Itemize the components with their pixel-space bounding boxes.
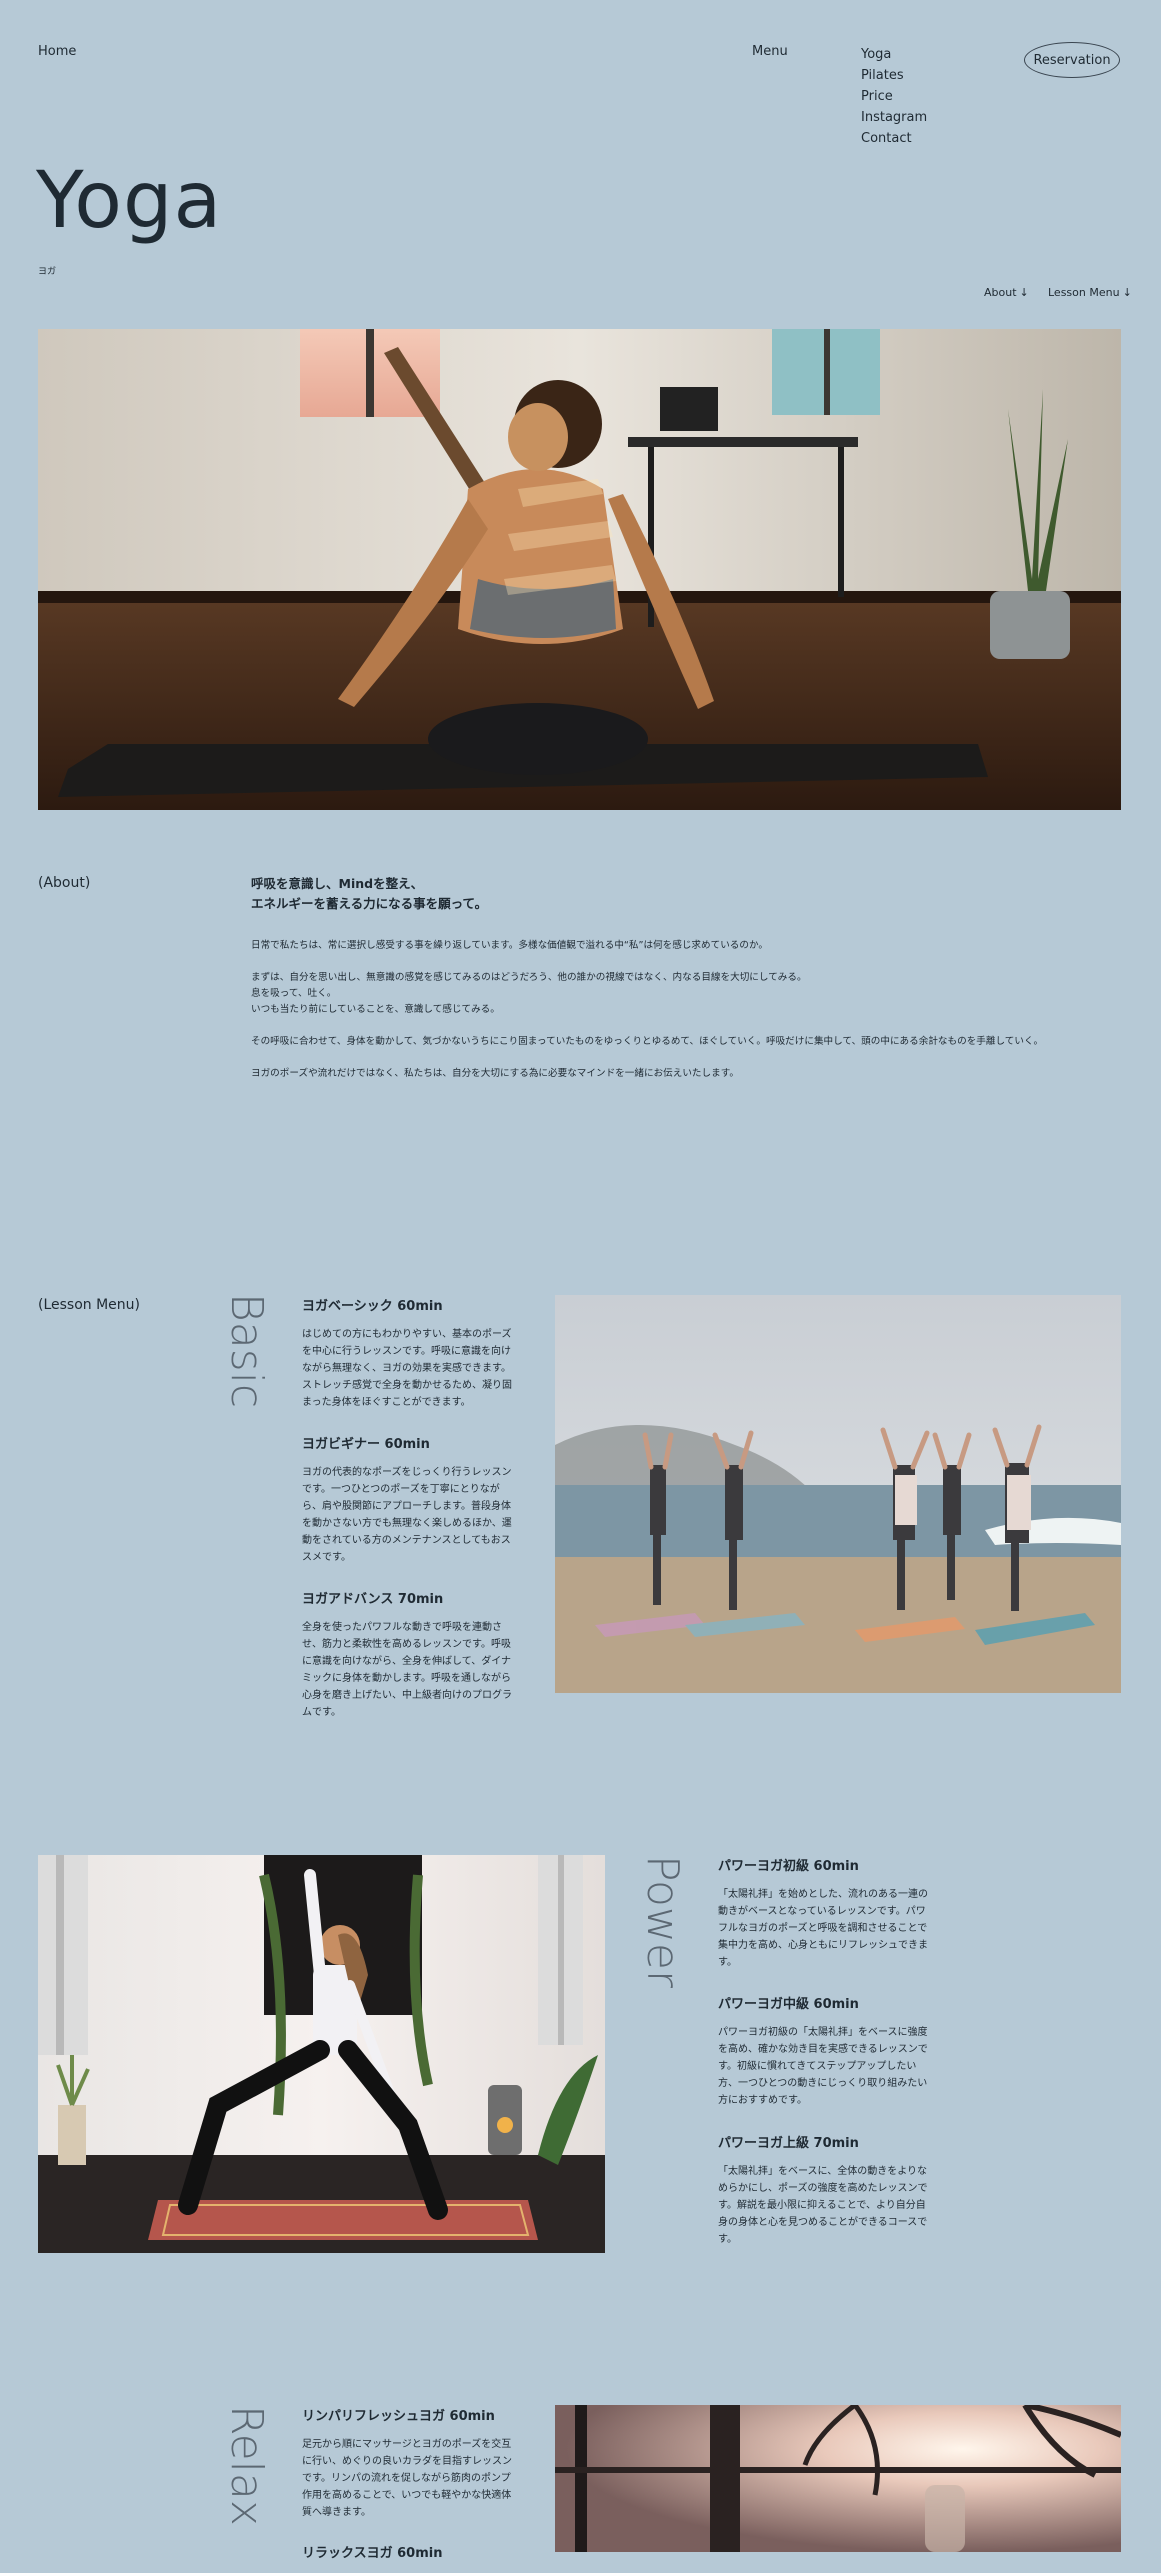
course-card: パワーヨガ中級 60min パワーヨガ初級の「太陽礼拝」をベースに強度を高め、確… <box>718 1993 933 2109</box>
course-description: パワーヨガ初級の「太陽礼拝」をベースに強度を高め、確かな効き目を実感できるレッス… <box>718 2027 928 2106</box>
lesson-menu-anchor-link[interactable]: Lesson Menu ↓ <box>1048 286 1132 299</box>
page-subtitle: ヨガ <box>38 267 57 277</box>
nav-item-pilates[interactable]: Pilates <box>861 65 927 86</box>
reservation-button[interactable]: Reservation <box>1024 42 1120 78</box>
course-card: ヨガベーシック 60min はじめての方にもわかりやすい、基本のポーズを中心に行… <box>302 1295 517 1411</box>
course-name: ヨガビギナー 60min <box>302 1437 430 1452</box>
course-name: ヨガアドバンス 70min <box>302 1592 444 1607</box>
power-vertical-title: Power <box>637 1855 688 1989</box>
about-paragraph: 日常で私たちは、常に選択し感受する事を繰り返しています。多様な価値観で溢れる中“… <box>251 940 768 951</box>
about-paragraph: まずは、自分を思い出し、無意識の感覚を感じてみるのはどうだろう、他の誰かの視線で… <box>251 972 807 1015</box>
course-description: 足元から順にマッサージとヨガのポーズを交互に行い、めぐりの良いカラダを目指すレッ… <box>302 2439 512 2518</box>
course-description: 「太陽礼拝」をベースに、全体の動きをよりなめらかにし、ポーズの強度を高めたレッス… <box>718 2166 928 2245</box>
menu-label: Menu <box>752 44 788 59</box>
home-link[interactable]: Home <box>38 44 76 59</box>
relax-vertical-title: Relax <box>221 2405 272 2526</box>
course-card: ヨガビギナー 60min ヨガの代表的なポーズをじっくり行うレッスンです。一つひ… <box>302 1433 517 1566</box>
course-card: パワーヨガ上級 70min 「太陽礼拝」をベースに、全体の動きをよりなめらかにし… <box>718 2132 933 2248</box>
course-name: パワーヨガ中級 60min <box>718 1997 859 2012</box>
course-description: はじめての方にもわかりやすい、基本のポーズを中心に行うレッスンです。呼吸に意識を… <box>302 1329 512 1408</box>
lesson-menu-section-label: (Lesson Menu) <box>38 1297 141 1313</box>
about-heading: 呼吸を意識し、Mindを整え、 エネルギーを蓄える力になる事を願って。 <box>251 874 487 914</box>
nav-item-yoga[interactable]: Yoga <box>861 44 927 65</box>
nav-item-price[interactable]: Price <box>861 86 927 107</box>
arrow-down-icon: ↓ <box>1019 286 1029 299</box>
course-description: ヨガの代表的なポーズをじっくり行うレッスンです。一つひとつのポーズを丁寧にとりな… <box>302 1467 512 1563</box>
course-description: 全身を使ったパワフルな動きで呼吸を連動させ、筋力と柔軟性を高めるレッスンです。呼… <box>302 1622 512 1718</box>
lesson-menu-anchor-label: Lesson Menu <box>1048 286 1120 299</box>
about-paragraph: ヨガのポーズや流れだけではなく、私たちは、自分を大切にする為に必要なマインドを一… <box>251 1068 739 1079</box>
about-anchor-label: About <box>984 286 1017 299</box>
about-body: 日常で私たちは、常に選択し感受する事を繰り返しています。多様な価値観で溢れる中“… <box>251 938 1051 1098</box>
power-yoga-photo <box>38 1855 605 2253</box>
course-description: 「太陽礼拝」を始めとした、流れのある一連の動きがベースとなっているレッスンです。… <box>718 1889 928 1968</box>
relax-yoga-photo <box>555 2405 1121 2552</box>
course-name: リンパリフレッシュヨガ 60min <box>302 2409 495 2424</box>
nav-item-contact[interactable]: Contact <box>861 128 927 149</box>
basic-vertical-title: Basic <box>221 1293 272 1409</box>
about-heading-line-2: エネルギーを蓄える力になる事を願って。 <box>251 896 488 911</box>
page-title: Yoga <box>36 156 223 246</box>
about-heading-line-1: 呼吸を意識し、Mindを整え、 <box>251 876 424 891</box>
about-paragraph: その呼吸に合わせて、身体を動かして、気づかないうちにこり固まっていたものをゆっく… <box>251 1036 1044 1047</box>
reservation-button-label: Reservation <box>1033 52 1111 68</box>
course-card: パワーヨガ初級 60min 「太陽礼拝」を始めとした、流れのある一連の動きがベー… <box>718 1855 933 1971</box>
nav-item-instagram[interactable]: Instagram <box>861 107 927 128</box>
nav-menu: Yoga Pilates Price Instagram Contact <box>861 44 927 149</box>
hero-yoga-photo <box>38 329 1121 810</box>
course-card: リラックスヨガ 60min <box>302 2542 517 2573</box>
course-name: パワーヨガ初級 60min <box>718 1859 859 1874</box>
course-card: リンパリフレッシュヨガ 60min 足元から順にマッサージとヨガのポーズを交互に… <box>302 2405 517 2521</box>
about-anchor-link[interactable]: About ↓ <box>984 286 1029 299</box>
course-name: パワーヨガ上級 70min <box>718 2136 859 2151</box>
about-section-label: (About) <box>38 875 91 891</box>
arrow-down-icon: ↓ <box>1122 286 1132 299</box>
beach-yoga-photo <box>555 1295 1121 1693</box>
course-card: ヨガアドバンス 70min 全身を使ったパワフルな動きで呼吸を連動させ、筋力と柔… <box>302 1588 517 1721</box>
course-name: ヨガベーシック 60min <box>302 1299 443 1314</box>
